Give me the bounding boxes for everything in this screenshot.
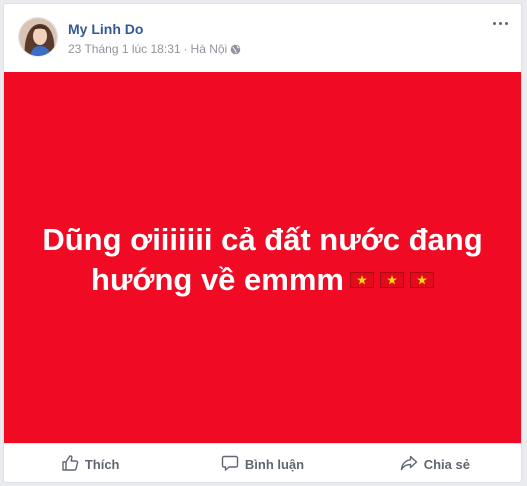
share-button[interactable]: Chia sẻ [349, 444, 521, 482]
post-meta: 23 Tháng 1 lúc 18:31 · Hà Nội [68, 41, 241, 59]
post-text-line-2: hướng về emmm [33, 260, 493, 300]
post-text: Dũng ơiiiiiii cả đất nước đang hướng về … [33, 220, 493, 300]
avatar[interactable] [18, 17, 58, 57]
vietnam-flag-icon [379, 271, 404, 288]
post-text-line-1: Dũng ơiiiiiii cả đất nước đang [42, 221, 483, 257]
post-date[interactable]: 23 Tháng 1 lúc 18:31 [68, 42, 181, 56]
comment-icon [221, 454, 245, 475]
globe-icon[interactable] [230, 43, 241, 59]
post-location[interactable]: Hà Nội [191, 42, 228, 56]
like-label: Thích [84, 457, 120, 472]
comment-button[interactable]: Bình luận [176, 444, 348, 482]
share-icon [400, 454, 424, 475]
like-button[interactable]: Thích [4, 444, 176, 482]
comment-label: Bình luận [244, 457, 305, 472]
like-icon [61, 454, 85, 475]
post-header: My Linh Do 23 Tháng 1 lúc 18:31 · Hà Nội [4, 4, 521, 72]
post-text-line-2-text: hướng về emmm [91, 261, 344, 297]
post-card: My Linh Do 23 Tháng 1 lúc 18:31 · Hà Nội D… [3, 3, 522, 483]
share-label: Chia sẻ [423, 457, 470, 472]
author-name[interactable]: My Linh Do [68, 20, 143, 38]
post-actions: Thích Bình luận Chia sẻ [4, 443, 521, 482]
vietnam-flag-icon [409, 271, 434, 288]
meta-separator: · [183, 42, 188, 56]
more-options-icon[interactable] [489, 14, 511, 32]
post-content: Dũng ơiiiiiii cả đất nước đang hướng về … [4, 72, 521, 443]
vietnam-flag-icon [349, 271, 374, 288]
